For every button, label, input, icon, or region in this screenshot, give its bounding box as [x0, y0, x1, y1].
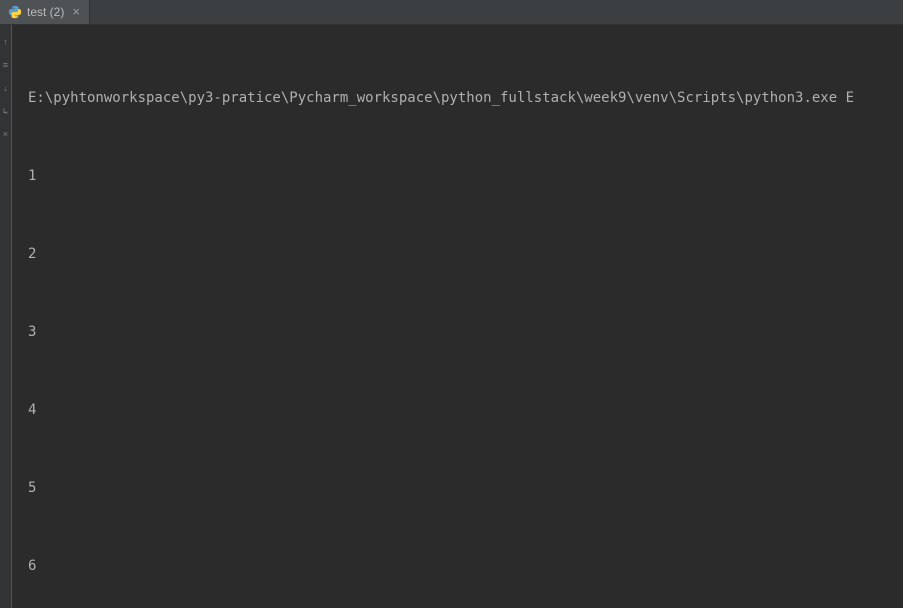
command-line: E:\pyhtonworkspace\py3-pratice\Pycharm_w… — [28, 85, 903, 111]
run-toolbar: ↑ ≡ ↓ ↳ × — [0, 25, 12, 608]
gutter-btn-3[interactable]: ↳ — [1, 102, 11, 122]
gutter-btn-0[interactable]: ↑ — [1, 33, 11, 53]
console-output[interactable]: E:\pyhtonworkspace\py3-pratice\Pycharm_w… — [12, 25, 903, 608]
gutter-btn-2[interactable]: ↓ — [1, 79, 11, 99]
output-line: 5 — [28, 475, 903, 501]
output-line: 1 — [28, 163, 903, 189]
gutter-btn-1[interactable]: ≡ — [1, 56, 11, 76]
gutter-btn-4[interactable]: × — [1, 125, 11, 145]
tab-label: test (2) — [27, 5, 64, 19]
run-tab[interactable]: test (2) × — [0, 0, 90, 24]
output-line: 6 — [28, 553, 903, 579]
python-icon — [8, 5, 22, 19]
tab-bar: test (2) × — [0, 0, 903, 25]
output-line: 3 — [28, 319, 903, 345]
main-area: ↑ ≡ ↓ ↳ × E:\pyhtonworkspace\py3-pratice… — [0, 25, 903, 608]
output-line: 2 — [28, 241, 903, 267]
output-line: 4 — [28, 397, 903, 423]
close-icon[interactable]: × — [69, 5, 83, 20]
